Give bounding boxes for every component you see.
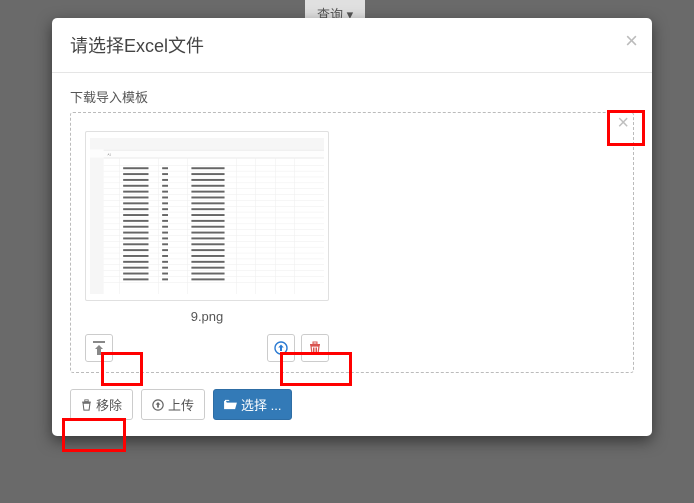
modal-title: 请选择Excel文件: [70, 32, 634, 58]
download-template-link[interactable]: 下载导入模板: [70, 87, 634, 106]
file-upload-button[interactable]: [267, 334, 295, 362]
upload-label: 上传: [168, 395, 194, 414]
upload-icon: [274, 341, 288, 355]
select-button[interactable]: 选择 ...: [213, 389, 292, 420]
file-dropzone[interactable]: × A1: [70, 112, 634, 373]
upload-button[interactable]: 上传: [141, 389, 205, 420]
file-name: 9.png: [85, 301, 329, 334]
footer-buttons: 移除 上传 选择 ...: [70, 389, 634, 420]
spreadsheet-preview-icon: A1: [90, 136, 324, 296]
select-excel-modal: 请选择Excel文件 × 下载导入模板 × A1: [52, 18, 652, 436]
drag-handle-icon: [93, 341, 105, 355]
modal-body: 下载导入模板 × A1: [52, 73, 652, 436]
modal-close-button[interactable]: ×: [625, 30, 638, 52]
file-thumbnail: A1: [85, 131, 329, 301]
remove-label: 移除: [96, 395, 122, 414]
file-card: A1: [85, 131, 329, 362]
file-delete-button[interactable]: [301, 334, 329, 362]
trash-icon: [309, 341, 321, 355]
select-label: 选择 ...: [241, 395, 281, 414]
remove-button[interactable]: 移除: [70, 389, 133, 420]
file-actions: [85, 334, 329, 362]
folder-open-icon: [224, 399, 237, 410]
file-drag-button[interactable]: [85, 334, 113, 362]
dropzone-close-button[interactable]: ×: [617, 113, 629, 133]
upload-icon: [152, 399, 164, 411]
svg-text:A1: A1: [108, 153, 112, 157]
trash-icon: [81, 399, 92, 411]
modal-header: 请选择Excel文件 ×: [52, 18, 652, 73]
